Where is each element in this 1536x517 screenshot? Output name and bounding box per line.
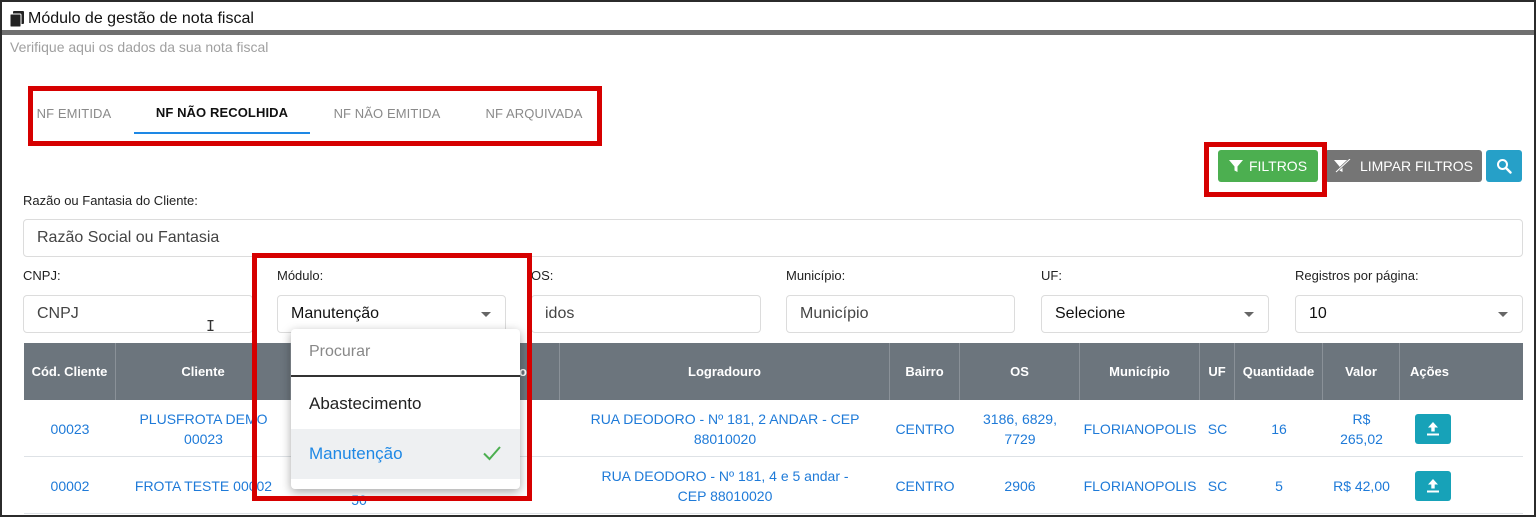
cell-quantidade: 16 xyxy=(1271,420,1287,437)
tab-nf-emitida[interactable]: NF EMITIDA xyxy=(26,92,122,134)
th-quantidade: Quantidade xyxy=(1235,343,1323,400)
cell-bairro: CENTRO xyxy=(895,477,955,494)
registros-label: Registros por página: xyxy=(1295,268,1419,283)
cell-municipio: FLORIANOPOLIS xyxy=(1083,477,1197,494)
text-cursor-icon: I xyxy=(206,317,216,335)
option-label: Manutenção xyxy=(309,444,403,463)
chevron-down-icon xyxy=(1244,312,1254,317)
th-municipio: Município xyxy=(1080,343,1200,400)
razao-label: Razão ou Fantasia do Cliente: xyxy=(23,193,198,208)
uf-value: Selecione xyxy=(1055,305,1126,322)
cnpj-label: CNPJ: xyxy=(23,268,61,283)
cell-os: 2906 xyxy=(1004,477,1036,494)
th-acoes: Ações xyxy=(1410,363,1450,379)
dropdown-option-abastecimento[interactable]: Abastecimento xyxy=(291,379,520,429)
registros-select[interactable]: 10 xyxy=(1295,295,1523,333)
th-bairro: Bairro xyxy=(890,343,960,400)
upload-button[interactable] xyxy=(1415,413,1451,444)
cell-acoes xyxy=(1400,457,1466,514)
os-input[interactable]: idos xyxy=(531,295,761,333)
limpar-filtros-button[interactable]: LIMPAR FILTROS xyxy=(1325,150,1482,182)
upload-icon xyxy=(1427,478,1439,492)
th-uf: UF xyxy=(1200,343,1235,400)
registros-value: 10 xyxy=(1309,305,1327,322)
cnpj-input[interactable]: CNPJ xyxy=(23,295,253,333)
dropdown-search-input[interactable]: Procurar xyxy=(291,329,520,377)
filtros-label: FILTROS xyxy=(1248,158,1308,174)
uf-label: UF: xyxy=(1041,268,1062,283)
table-row: 00023 PLUSFROTA DEMO 00023 RUA DEODORO -… xyxy=(24,400,1523,457)
cell-bairro: CENTRO xyxy=(895,420,955,437)
cell-acoes xyxy=(1400,400,1466,457)
filtros-button[interactable]: FILTROS xyxy=(1218,150,1318,182)
cell-cliente[interactable]: FROTA TESTE 00002 xyxy=(116,457,291,514)
option-label: Abastecimento xyxy=(309,394,422,413)
os-label: OS: xyxy=(531,268,554,283)
cell-cliente[interactable]: PLUSFROTA DEMO 00023 xyxy=(116,400,291,457)
search-button[interactable] xyxy=(1486,150,1522,182)
app-window: Módulo de gestão de nota fiscal Verifiqu… xyxy=(0,0,1536,517)
check-icon xyxy=(483,446,501,461)
search-icon xyxy=(1497,159,1512,174)
limpar-filtros-label: LIMPAR FILTROS xyxy=(1359,158,1474,174)
document-icon xyxy=(10,11,24,27)
municipio-input[interactable]: Município xyxy=(786,295,1015,333)
th-logradouro: Logradouro xyxy=(560,343,890,400)
modulo-dropdown: Procurar Abastecimento Manutenção xyxy=(291,329,520,489)
modulo-label: Módulo: xyxy=(277,268,324,283)
cell-cod[interactable]: 00023 xyxy=(24,400,116,457)
th-cod-cliente: Cód. Cliente xyxy=(24,343,116,400)
cell-valor: R$ 265,02 xyxy=(1340,410,1383,447)
cell-os: 3186, 6829, 7729 xyxy=(983,410,1057,447)
razao-input[interactable]: Razão Social ou Fantasia xyxy=(23,219,1523,257)
table-row: 00002 FROTA TESTE 00002 50 RUA DEODORO -… xyxy=(24,457,1523,514)
table-header: Cód. Cliente Cliente o Logradouro Bairro… xyxy=(24,343,1523,400)
page-title: Módulo de gestão de nota fiscal xyxy=(28,10,254,27)
cell-valor: R$ 42,00 xyxy=(1333,477,1390,494)
tab-nf-arquivada[interactable]: NF ARQUIVADA xyxy=(474,92,594,134)
os-placeholder: idos xyxy=(545,305,575,322)
th-valor: Valor xyxy=(1323,343,1400,400)
dropdown-option-manutencao[interactable]: Manutenção xyxy=(291,429,520,479)
cell-uf: SC xyxy=(1207,420,1228,437)
cnpj-placeholder: CNPJ xyxy=(37,305,79,322)
municipio-placeholder: Município xyxy=(800,305,869,322)
filter-icon xyxy=(1228,160,1243,172)
chevron-down-icon xyxy=(481,312,491,317)
page-subtitle: Verifique aqui os dados da sua nota fisc… xyxy=(10,39,269,55)
tab-nf-nao-recolhida[interactable]: NF NÃO RECOLHIDA xyxy=(134,92,310,134)
tab-nf-nao-emitida[interactable]: NF NÃO EMITIDA xyxy=(322,92,452,134)
modulo-select[interactable]: Manutenção xyxy=(277,295,506,333)
uf-select[interactable]: Selecione xyxy=(1041,295,1269,333)
clear-filter-icon xyxy=(1333,159,1351,173)
upload-button[interactable] xyxy=(1415,470,1451,501)
cell-municipio: FLORIANOPOLIS xyxy=(1083,420,1197,437)
upload-icon xyxy=(1427,421,1439,435)
razao-placeholder: Razão Social ou Fantasia xyxy=(37,229,220,246)
municipio-label: Município: xyxy=(786,268,846,283)
tab-bar: NF EMITIDA NF NÃO RECOLHIDA NF NÃO EMITI… xyxy=(26,92,594,134)
dropdown-search-placeholder: Procurar xyxy=(309,343,371,360)
chevron-down-icon xyxy=(1498,312,1508,317)
cell-logradouro: RUA DEODORO - Nº 181, 4 e 5 andar - CEP … xyxy=(601,467,849,504)
cell-uf: SC xyxy=(1207,477,1228,494)
cell-logradouro: RUA DEODORO - Nº 181, 2 ANDAR - CEP 8801… xyxy=(590,410,860,447)
th-cliente: Cliente xyxy=(116,343,291,400)
page-header: Módulo de gestão de nota fiscal xyxy=(10,8,254,30)
cell-cod[interactable]: 00002 xyxy=(24,457,116,514)
header-divider xyxy=(2,30,1534,35)
th-os: OS xyxy=(960,343,1080,400)
cell-quantidade: 5 xyxy=(1275,477,1283,494)
modulo-value: Manutenção xyxy=(291,305,380,322)
